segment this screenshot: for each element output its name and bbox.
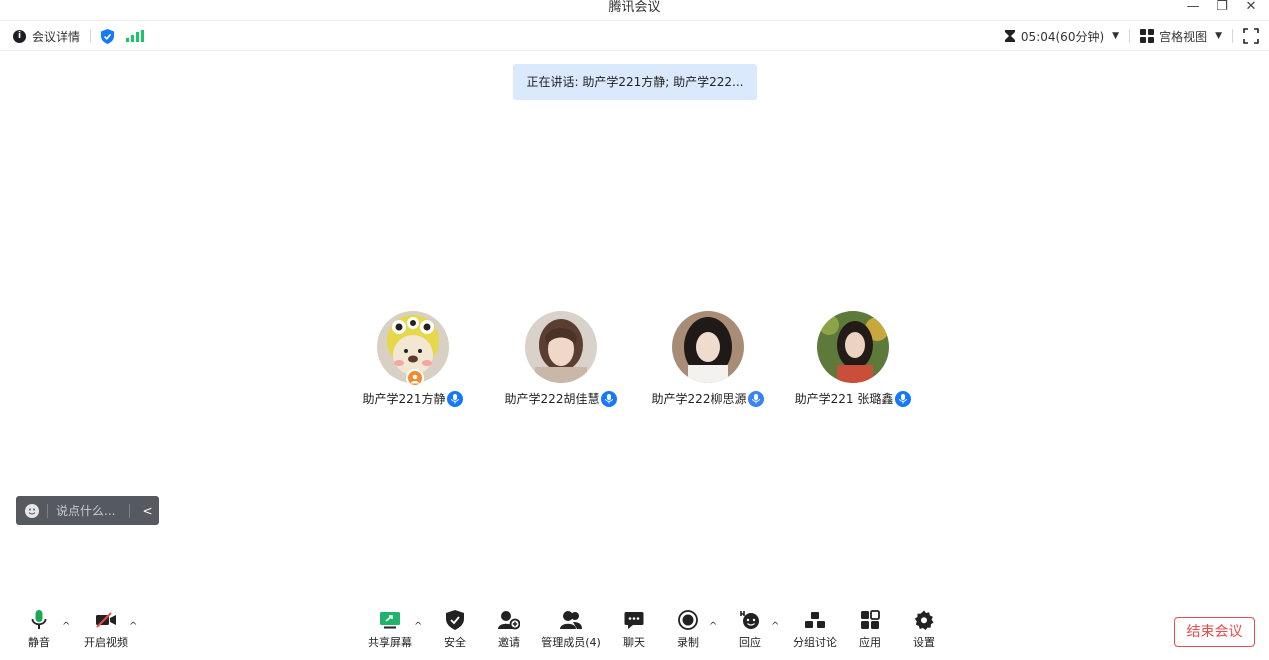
members-label: 管理成员(4): [541, 636, 601, 649]
mic-icon: [748, 391, 765, 407]
collapse-chat-button[interactable]: <: [142, 504, 152, 518]
participant-name-row: 助产学221 张璐鑫: [778, 391, 928, 407]
manage-members-button[interactable]: 管理成员(4): [541, 605, 601, 651]
invite-icon: [494, 605, 524, 635]
apps-icon: [856, 605, 884, 635]
apps-button[interactable]: 应用: [856, 605, 884, 651]
settings-button[interactable]: 设置: [910, 605, 938, 651]
record-icon: [674, 605, 702, 635]
share-screen-button[interactable]: 共享屏幕: [367, 605, 413, 651]
participant-name: 助产学222胡佳慧: [504, 392, 600, 406]
photo-avatar: [672, 311, 744, 383]
participant-tile[interactable]: 助产学222柳思源: [633, 311, 783, 407]
invite-label: 邀请: [498, 636, 520, 649]
minimize-button[interactable]: —: [1183, 0, 1203, 14]
chevron-up-icon[interactable]: ^: [709, 621, 717, 632]
divider: [1232, 29, 1233, 43]
chat-button[interactable]: 聊天: [620, 605, 648, 651]
invite-button[interactable]: 邀请: [494, 605, 524, 651]
mute-label: 静音: [28, 636, 50, 649]
divider: [47, 503, 48, 518]
video-label: 开启视频: [84, 636, 128, 649]
info-icon: i: [13, 29, 26, 43]
share-screen-icon: [367, 605, 413, 635]
chevron-up-icon[interactable]: ^: [414, 621, 422, 632]
participant-tile[interactable]: 助产学221方静: [338, 311, 488, 407]
settings-label: 设置: [913, 636, 935, 649]
participant-name: 助产学221 张璐鑫: [794, 392, 894, 406]
emoji-icon[interactable]: [25, 503, 39, 518]
divider: [1129, 29, 1131, 43]
bottom-toolbar: 静音 ^ 开启视频 ^ 共享屏幕 ^ 安全 邀请 管理成员(4) 聊天 录制 ^…: [0, 605, 1269, 660]
chat-input[interactable]: 说点什么...: [56, 502, 115, 519]
mute-button[interactable]: 静音: [26, 605, 52, 651]
chat-label: 聊天: [623, 636, 645, 649]
info-left-group: i 会议详情: [13, 27, 145, 45]
security-label: 安全: [444, 636, 466, 649]
breakout-label: 分组讨论: [793, 636, 837, 649]
hourglass-icon: [1004, 30, 1015, 42]
start-video-button[interactable]: 开启视频: [82, 605, 130, 651]
record-label: 录制: [677, 636, 699, 649]
chevron-down-icon[interactable]: ▼: [1112, 31, 1119, 41]
breakout-rooms-button[interactable]: 分组讨论: [791, 605, 839, 651]
participant-name-row: 助产学222胡佳慧: [486, 391, 636, 407]
participant-name-row: 助产学222柳思源: [633, 391, 783, 407]
info-right-group: 05:04(60分钟) ▼ 宫格视图 ▼: [1004, 27, 1259, 45]
divider: [90, 29, 92, 43]
members-icon: [541, 605, 601, 635]
meeting-info-bar: i 会议详情 05:04(60分钟) ▼ 宫格视图 ▼: [0, 20, 1269, 51]
view-mode-selector[interactable]: 宫格视图: [1159, 28, 1207, 45]
participant-tile[interactable]: 助产学222胡佳慧: [486, 311, 636, 407]
signal-strength-icon[interactable]: [126, 30, 145, 42]
restore-button[interactable]: ❐: [1212, 0, 1232, 14]
mic-icon: [601, 391, 618, 407]
reactions-label: 回应: [739, 636, 761, 649]
mic-icon: [895, 391, 912, 407]
divider: [129, 503, 131, 518]
share-label: 共享屏幕: [368, 636, 412, 649]
participant-name: 助产学222柳思源: [651, 392, 747, 406]
participant-name-row: 助产学221方静: [338, 391, 488, 407]
microphone-icon: [26, 605, 52, 635]
participant-tile[interactable]: 助产学221 张璐鑫: [778, 311, 928, 407]
fullscreen-icon[interactable]: [1243, 28, 1259, 44]
gear-icon: [910, 605, 938, 635]
meeting-timer[interactable]: 05:04(60分钟): [1021, 28, 1104, 45]
video-off-icon: [82, 605, 130, 635]
record-button[interactable]: 录制: [674, 605, 702, 651]
reactions-button[interactable]: 回应: [736, 605, 764, 651]
end-meeting-button[interactable]: 结束会议: [1174, 617, 1255, 647]
reaction-icon: [736, 605, 764, 635]
speaking-banner: 正在讲话: 助产学221方静; 助产学222...: [513, 64, 757, 100]
chat-quick-input[interactable]: 说点什么... <: [16, 496, 159, 525]
close-button[interactable]: ✕: [1241, 0, 1261, 14]
chevron-up-icon[interactable]: ^: [771, 621, 779, 632]
participant-name: 助产学221方静: [362, 392, 446, 406]
chat-icon: [620, 605, 648, 635]
shield-icon[interactable]: [101, 28, 115, 44]
shield-icon: [440, 605, 470, 635]
security-button[interactable]: 安全: [440, 605, 470, 651]
breakout-icon: [791, 605, 839, 635]
photo-avatar: [525, 311, 597, 383]
mic-icon: [447, 391, 464, 407]
host-icon: [406, 369, 424, 387]
chevron-up-icon[interactable]: ^: [62, 621, 70, 632]
meeting-details-link[interactable]: 会议详情: [32, 28, 80, 45]
chevron-down-icon[interactable]: ▼: [1215, 31, 1222, 41]
grid-view-icon: [1140, 29, 1155, 43]
chevron-up-icon[interactable]: ^: [129, 621, 137, 632]
photo-avatar: [817, 311, 889, 383]
title-bar: 腾讯会议 — ❐ ✕: [0, 0, 1269, 20]
window-title: 腾讯会议: [608, 0, 661, 15]
apps-label: 应用: [859, 636, 881, 649]
